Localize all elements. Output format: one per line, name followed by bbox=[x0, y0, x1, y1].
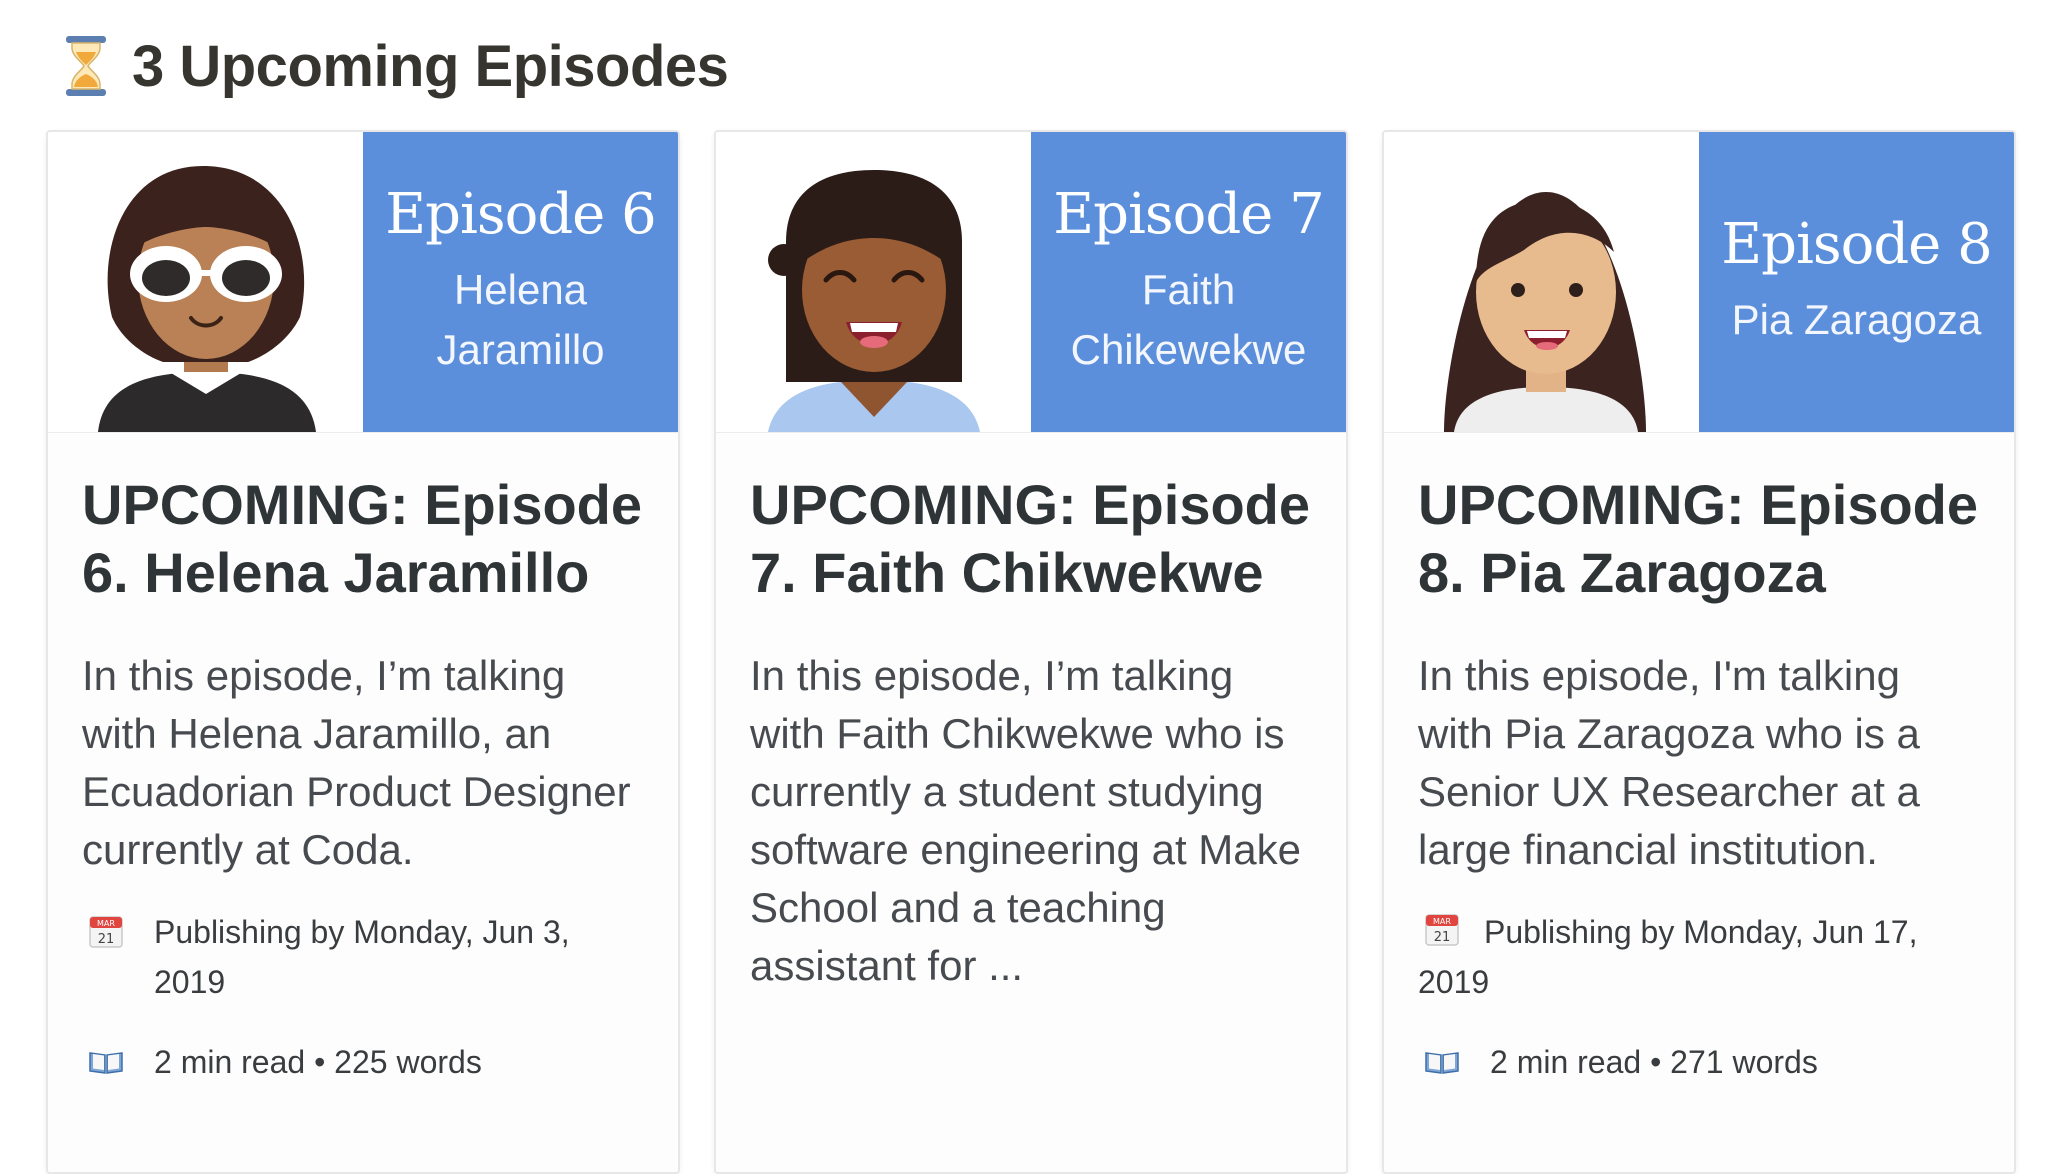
book-icon bbox=[89, 1052, 123, 1074]
read-time-text: 2 min read • 271 words bbox=[1490, 1044, 1818, 1080]
avatar bbox=[48, 132, 363, 432]
episode-card-8[interactable]: Episode 8 Pia Zaragoza UPCOMING: Episode… bbox=[1382, 130, 2016, 1174]
card-description: In this episode, I'm talking with Pia Za… bbox=[1418, 652, 1920, 873]
read-time-text: 2 min read • 225 words bbox=[154, 1044, 482, 1080]
cover-guest-name-line: Pia Zaragoza bbox=[1731, 295, 1982, 343]
section-header: 3 Upcoming Episodes bbox=[64, 30, 729, 102]
svg-text:MAR: MAR bbox=[1433, 917, 1451, 926]
svg-text:21: 21 bbox=[98, 932, 115, 947]
episode-card-6[interactable]: Episode 6 Helena Jaramillo UPCOMING: Epi… bbox=[46, 130, 680, 1174]
publish-date: MAR 21 Publishing by Monday, Jun 3, 2019 bbox=[82, 907, 644, 1007]
svg-text:21: 21 bbox=[1434, 930, 1451, 945]
calendar-icon: MAR 21 bbox=[89, 916, 123, 948]
card-description: In this episode, I’m talking with Faith … bbox=[750, 652, 1301, 989]
read-time: 2 min read • 271 words bbox=[1418, 1037, 1980, 1087]
card-title[interactable]: UPCOMING: Episode 7. Faith Chikwekwe bbox=[750, 471, 1312, 607]
hourglass-icon bbox=[66, 36, 106, 96]
publish-date: MAR 21 Publishing by Monday, Jun 17, 201… bbox=[1418, 907, 1980, 1007]
read-time: 2 min read • 225 words bbox=[82, 1037, 644, 1087]
card-description: In this episode, I’m talking with Helena… bbox=[82, 652, 631, 873]
cover-episode-label: Episode 8 bbox=[1721, 212, 1993, 278]
avatar bbox=[1384, 132, 1699, 432]
avatar bbox=[716, 132, 1031, 432]
cover-episode-label: Episode 7 bbox=[1053, 182, 1325, 248]
episode-card-7[interactable]: Episode 7 Faith Chikewekwe UPCOMING: Epi… bbox=[714, 130, 1348, 1174]
card-title[interactable]: UPCOMING: Episode 6. Helena Jaramillo bbox=[82, 471, 644, 607]
card-cover: Episode 7 Faith Chikewekwe bbox=[716, 132, 1346, 433]
cover-guest-name-line: Faith bbox=[1141, 265, 1236, 313]
svg-text:MAR: MAR bbox=[97, 919, 115, 928]
book-icon bbox=[1425, 1052, 1459, 1074]
card-cover: Episode 6 Helena Jaramillo bbox=[48, 132, 678, 433]
section-title: 3 Upcoming Episodes bbox=[132, 33, 729, 99]
cover-guest-name-line: Chikewekwe bbox=[1070, 325, 1307, 373]
cover-guest-name-line: Jaramillo bbox=[436, 325, 605, 373]
cover-title-panel: Episode 7 Faith Chikewekwe bbox=[1031, 132, 1346, 432]
card-title[interactable]: UPCOMING: Episode 8. Pia Zaragoza bbox=[1418, 471, 1980, 607]
publish-date-text: Publishing by Monday, Jun 17, 2019 bbox=[1418, 914, 1918, 1000]
publish-date-text: Publishing by Monday, Jun 3, 2019 bbox=[154, 914, 570, 1000]
cover-guest-name-line: Helena bbox=[453, 265, 588, 313]
cover-title-panel: Episode 6 Helena Jaramillo bbox=[363, 132, 678, 432]
card-cover: Episode 8 Pia Zaragoza bbox=[1384, 132, 2014, 433]
cover-episode-label: Episode 6 bbox=[385, 182, 657, 248]
calendar-icon: MAR 21 bbox=[1425, 914, 1459, 946]
cover-title-panel: Episode 8 Pia Zaragoza bbox=[1699, 132, 2014, 432]
